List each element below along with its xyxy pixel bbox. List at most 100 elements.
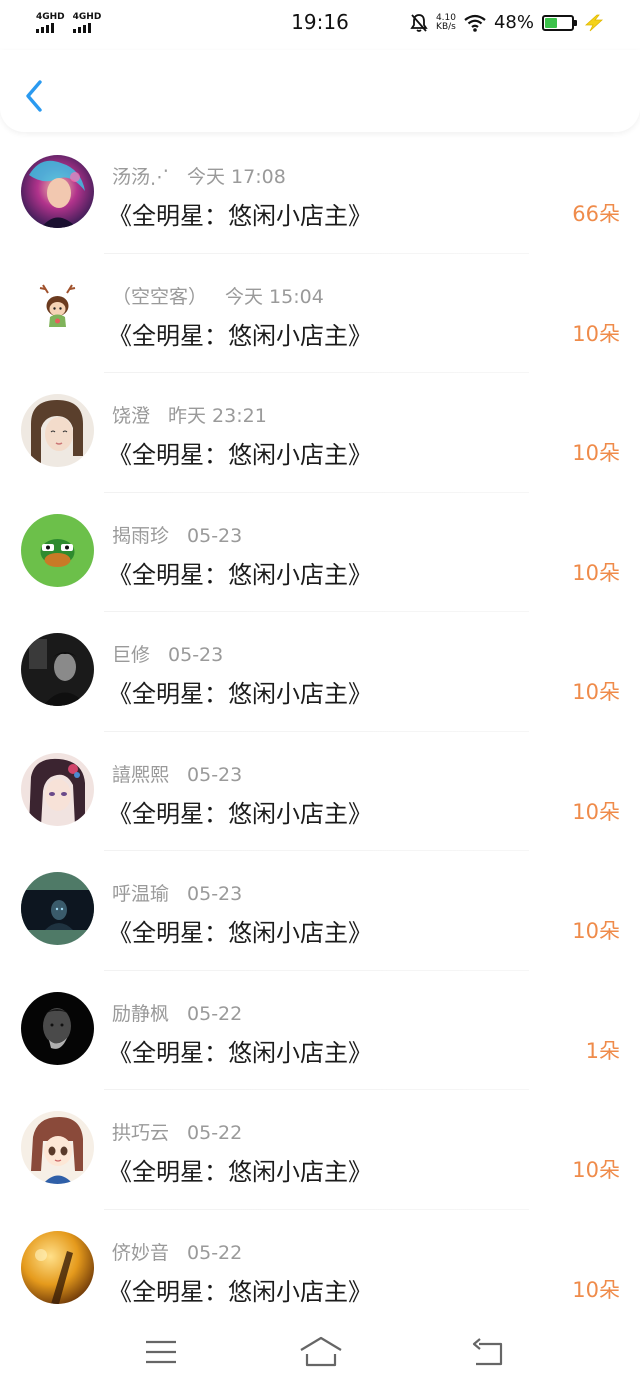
avatar-image bbox=[21, 752, 94, 826]
book-title: 《全明星：悠闲小店主》 bbox=[108, 560, 372, 589]
battery-percent: 48% bbox=[493, 12, 534, 33]
sender-name: 汤汤⋰ bbox=[112, 166, 170, 188]
network-speed: 4.10 KB/s bbox=[436, 13, 456, 32]
book-title: 《全明星：悠闲小店主》 bbox=[108, 1277, 372, 1306]
avatar-image bbox=[21, 155, 94, 228]
flower-amount: 1朵 bbox=[585, 1038, 620, 1063]
sender-name: 揭雨珍 bbox=[112, 524, 170, 547]
back-nav-button[interactable] bbox=[468, 1334, 508, 1370]
sender-meta: 励静枫 05-22 bbox=[112, 999, 242, 1026]
avatar[interactable] bbox=[21, 872, 94, 945]
avatar-image bbox=[21, 1111, 94, 1184]
status-icons: 4.10 KB/s 48% bbox=[410, 12, 606, 33]
record-time: 05-22 bbox=[187, 1122, 243, 1144]
avatar[interactable] bbox=[21, 752, 94, 826]
home-icon bbox=[300, 1336, 342, 1367]
header bbox=[0, 50, 640, 132]
book-title: 《全明星：悠闲小店主》 bbox=[108, 1038, 372, 1067]
book-title: 《全明星：悠闲小店主》 bbox=[108, 202, 372, 230]
mute-icon bbox=[410, 13, 428, 32]
sender-name: 饶澄 bbox=[112, 405, 151, 427]
avatar-image bbox=[21, 872, 94, 945]
list-item[interactable]: 饶澄 昨天 23:21 《全明星：悠闲小店主》 10朵 bbox=[0, 373, 640, 493]
menu-button[interactable] bbox=[141, 1334, 181, 1370]
sender-meta: 巨修 05-23 bbox=[112, 640, 223, 667]
flower-amount: 10朵 bbox=[572, 1158, 620, 1182]
battery-icon bbox=[542, 14, 577, 31]
list-item[interactable]: 汤汤⋰ 今天 17:08 《全明星：悠闲小店主》 66朵 bbox=[0, 134, 640, 254]
flower-amount: 10朵 bbox=[572, 441, 620, 465]
flower-amount: 10朵 bbox=[572, 321, 620, 346]
sender-meta: 呼温瑜 05-23 bbox=[112, 879, 242, 906]
record-time: 05-22 bbox=[187, 1002, 243, 1025]
sender-name: 拱巧云 bbox=[112, 1122, 170, 1144]
sender-meta: 拱巧云 05-22 bbox=[112, 1118, 242, 1145]
flower-amount: 10朵 bbox=[572, 799, 620, 824]
back-icon bbox=[472, 1338, 503, 1366]
list-item[interactable]: （空空客） 今天 15:04 《全明星：悠闲小店主》 10朵 bbox=[0, 254, 640, 373]
flower-amount: 10朵 bbox=[572, 680, 620, 704]
book-title: 《全明星：悠闲小店主》 bbox=[108, 441, 372, 469]
battery-level bbox=[545, 17, 557, 28]
book-title: 《全明星：悠闲小店主》 bbox=[108, 799, 372, 828]
record-time: 05-23 bbox=[187, 883, 243, 905]
flower-amount: 10朵 bbox=[572, 560, 620, 585]
list-item[interactable]: 揭雨珍 05-23 《全明星：悠闲小店主》 10朵 bbox=[0, 493, 640, 612]
record-time: 今天 17:08 bbox=[187, 166, 286, 188]
list-item[interactable]: 巨修 05-23 《全明星：悠闲小店主》 10朵 bbox=[0, 612, 640, 732]
list-item[interactable]: 拱巧云 05-22 《全明星：悠闲小店主》 10朵 bbox=[0, 1090, 640, 1210]
sender-meta: 饶澄 昨天 23:21 bbox=[112, 401, 267, 428]
wifi-icon bbox=[464, 14, 486, 32]
sender-name: 励静枫 bbox=[112, 1002, 170, 1025]
avatar[interactable] bbox=[21, 155, 94, 228]
flower-amount: 10朵 bbox=[572, 919, 620, 943]
flower-amount: 10朵 bbox=[572, 1277, 620, 1302]
avatar-image bbox=[21, 274, 94, 348]
avatar[interactable] bbox=[21, 513, 94, 587]
gift-record-list: 汤汤⋰ 今天 17:08 《全明星：悠闲小店主》 66朵 （空空客） 今天 15:0… bbox=[0, 134, 640, 1329]
avatar-image bbox=[21, 394, 94, 467]
sender-meta: 揭雨珍 05-23 bbox=[112, 521, 242, 548]
avatar-image bbox=[21, 991, 94, 1065]
avatar-image bbox=[21, 633, 94, 706]
list-item[interactable]: 呼温瑜 05-23 《全明星：悠闲小店主》 10朵 bbox=[0, 851, 640, 971]
avatar[interactable] bbox=[21, 394, 94, 467]
list-item[interactable]: 侪妙音 05-22 《全明星：悠闲小店主》 10朵 bbox=[0, 1210, 640, 1330]
charging-icon bbox=[584, 14, 604, 31]
home-button[interactable] bbox=[298, 1334, 344, 1370]
sender-meta: （空空客） 今天 15:04 bbox=[112, 282, 324, 309]
chevron-left-icon bbox=[26, 80, 42, 112]
avatar[interactable] bbox=[21, 1111, 94, 1184]
sender-meta: 侪妙音 05-22 bbox=[112, 1238, 242, 1265]
avatar-image bbox=[21, 513, 94, 587]
list-item[interactable]: 譆熈熙 05-23 《全明星：悠闲小店主》 10朵 bbox=[0, 732, 640, 851]
avatar[interactable] bbox=[21, 991, 94, 1065]
record-time: 05-22 bbox=[187, 1241, 243, 1264]
sender-meta: 譆熈熙 05-23 bbox=[112, 760, 242, 787]
list-item[interactable]: 励静枫 05-22 《全明星：悠闲小店主》 1朵 bbox=[0, 971, 640, 1090]
flower-amount: 66朵 bbox=[572, 202, 620, 226]
record-time: 05-23 bbox=[187, 524, 243, 547]
system-nav-bar bbox=[0, 1318, 640, 1387]
sender-name: （空空客） bbox=[112, 285, 208, 308]
speed-unit: KB/s bbox=[436, 21, 456, 32]
avatar[interactable] bbox=[21, 274, 94, 348]
book-title: 《全明星：悠闲小店主》 bbox=[108, 680, 372, 708]
status-bar: 4GHD 4GHD 19:16 4.10 KB/s 48% bbox=[0, 0, 640, 50]
back-button[interactable] bbox=[16, 76, 52, 116]
record-time: 今天 15:04 bbox=[225, 285, 324, 308]
avatar[interactable] bbox=[21, 633, 94, 706]
book-title: 《全明星：悠闲小店主》 bbox=[108, 1158, 372, 1186]
record-time: 05-23 bbox=[168, 644, 224, 666]
record-time: 05-23 bbox=[187, 763, 243, 786]
sender-name: 巨修 bbox=[112, 644, 151, 666]
sender-name: 呼温瑜 bbox=[112, 883, 170, 905]
book-title: 《全明星：悠闲小店主》 bbox=[108, 321, 372, 350]
avatar[interactable] bbox=[21, 1230, 94, 1304]
book-title: 《全明星：悠闲小店主》 bbox=[108, 919, 372, 947]
record-time: 昨天 23:21 bbox=[168, 405, 267, 427]
sender-name: 侪妙音 bbox=[112, 1241, 170, 1264]
sender-name: 譆熈熙 bbox=[112, 763, 170, 786]
menu-icon bbox=[146, 1340, 176, 1364]
avatar-image bbox=[21, 1230, 94, 1304]
